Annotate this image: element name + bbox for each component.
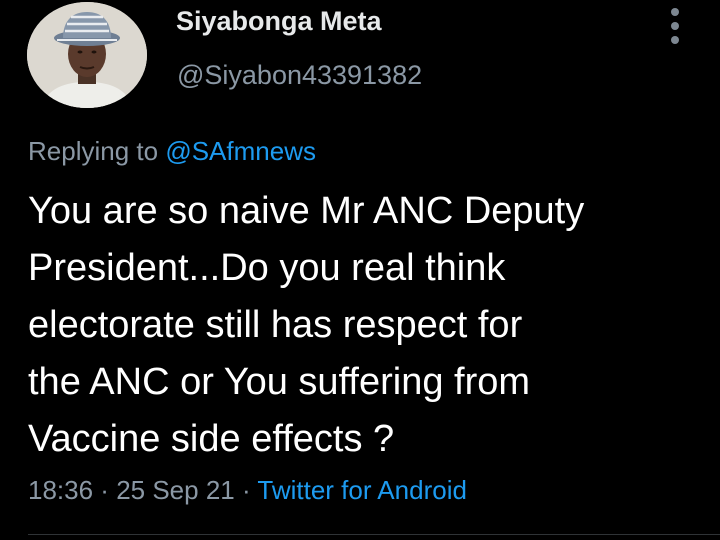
tweet-text-line: the ANC or You suffering from bbox=[28, 361, 531, 403]
more-dot bbox=[671, 22, 679, 30]
tweet-time[interactable]: 18:36 bbox=[28, 475, 93, 505]
tweet-text-line: electorate still has respect for bbox=[28, 304, 523, 346]
author-name[interactable]: Siyabonga Meta bbox=[176, 6, 382, 37]
reply-mention-link[interactable]: @SAfmnews bbox=[165, 136, 316, 166]
replying-to: Replying to @SAfmnews bbox=[28, 136, 316, 167]
divider bbox=[28, 534, 720, 535]
more-vertical-icon[interactable] bbox=[664, 6, 686, 46]
avatar[interactable] bbox=[27, 2, 147, 108]
tweet-date[interactable]: 25 Sep 21 bbox=[116, 475, 235, 505]
tweet-source-link[interactable]: Twitter for Android bbox=[257, 475, 467, 505]
avatar-photo bbox=[27, 2, 147, 108]
tweet-text-line: President...Do you real think bbox=[28, 247, 506, 289]
tweet-text: You are so naive Mr ANC Deputy President… bbox=[28, 183, 708, 468]
more-dot bbox=[671, 36, 679, 44]
meta-separator: · bbox=[93, 475, 117, 505]
tweet-meta: 18:36 · 25 Sep 21 · Twitter for Android bbox=[28, 475, 467, 506]
tweet-text-line: Vaccine side effects ? bbox=[28, 418, 395, 460]
more-dot bbox=[671, 8, 679, 16]
author-handle[interactable]: @Siyabon43391382 bbox=[177, 60, 422, 91]
replying-to-prefix: Replying to bbox=[28, 136, 166, 166]
tweet-detail: Siyabonga Meta @Siyabon43391382 Replying… bbox=[0, 0, 720, 540]
tweet-text-line: You are so naive Mr ANC Deputy bbox=[28, 190, 585, 232]
meta-separator: · bbox=[234, 475, 258, 505]
